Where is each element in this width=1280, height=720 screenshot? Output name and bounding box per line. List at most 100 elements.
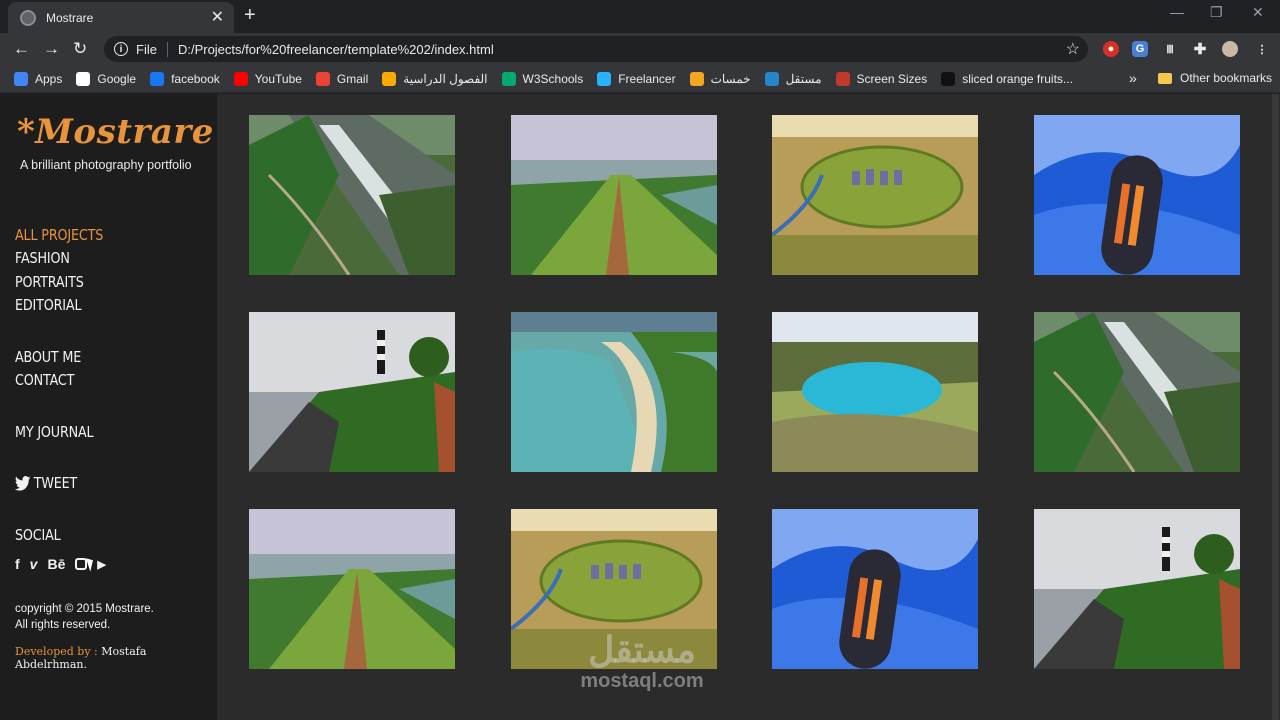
nav-portraits[interactable]: PORTRAITS bbox=[15, 273, 84, 291]
star-icon[interactable]: ☆ bbox=[1066, 39, 1080, 59]
bookmark-item[interactable]: YouTube bbox=[233, 71, 302, 86]
photo-image bbox=[249, 312, 455, 472]
copyright: copyright © 2015 Mostrare. All rights re… bbox=[15, 601, 154, 633]
bookmark-label: sliced orange fruits... bbox=[962, 71, 1073, 86]
profile-avatar[interactable] bbox=[1222, 41, 1238, 57]
screen-sizes-icon bbox=[835, 71, 850, 86]
facebook-icon[interactable]: f bbox=[15, 556, 20, 572]
developer-credit: Developed by : Mostafa Abdelrhman. bbox=[15, 645, 217, 671]
info-icon[interactable]: i bbox=[114, 42, 128, 56]
bookmark-label: خمسات bbox=[710, 71, 751, 86]
new-tab-icon[interactable]: + bbox=[244, 5, 256, 25]
more-bookmarks-icon[interactable]: » bbox=[1129, 70, 1137, 86]
gallery-photo-ridge[interactable] bbox=[510, 115, 717, 275]
bookmark-item[interactable]: Apps bbox=[14, 71, 62, 86]
bookmark-label: Gmail bbox=[336, 71, 369, 86]
bookmark-label: YouTube bbox=[254, 71, 302, 86]
nav-my-journal[interactable]: MY JOURNAL bbox=[15, 423, 94, 441]
folder-icon bbox=[1158, 72, 1172, 84]
gallery-photo-lighthouse[interactable] bbox=[249, 312, 455, 472]
gallery-photo-capsule[interactable] bbox=[1034, 115, 1240, 275]
nav-contact[interactable]: CONTACT bbox=[15, 371, 74, 389]
gallery-photo-stones[interactable] bbox=[772, 115, 979, 275]
browser-toolbar: ← → ↻ i File D:/Projects/for%20freelance… bbox=[0, 33, 1280, 65]
maximize-icon[interactable]: ❐ bbox=[1210, 4, 1223, 21]
gallery-photo-lake[interactable] bbox=[772, 312, 979, 472]
twitter-icon bbox=[15, 475, 31, 491]
bookmarks-list: Apps Google facebook YouTube Gmail الفصول الد… bbox=[14, 71, 1087, 86]
scrollbar[interactable] bbox=[1271, 94, 1280, 720]
bookmark-item[interactable]: sliced orange fruits... bbox=[941, 71, 1073, 86]
bookmark-item[interactable]: Screen Sizes bbox=[835, 71, 928, 86]
forward-icon[interactable]: → bbox=[43, 39, 60, 59]
photo-image bbox=[1034, 509, 1240, 669]
gallery-photo-beach[interactable] bbox=[510, 312, 717, 472]
youtube-icon bbox=[233, 71, 248, 86]
freelancer-icon bbox=[597, 71, 612, 86]
menu-icon[interactable]: ⋮ bbox=[1254, 41, 1270, 57]
extension-red-icon[interactable]: ● bbox=[1103, 41, 1119, 57]
bookmark-label: facebook bbox=[171, 71, 220, 86]
url-scheme: File bbox=[136, 41, 168, 57]
extension-text-icon[interactable]: Ⅲ bbox=[1162, 41, 1178, 57]
gallery-photo-waterfall[interactable] bbox=[249, 115, 455, 275]
reload-icon[interactable]: ↻ bbox=[73, 39, 87, 59]
bookmark-item[interactable]: مستقل bbox=[764, 71, 822, 86]
site-logo[interactable]: *Mostrare bbox=[17, 112, 214, 152]
youtube-icon[interactable]: ▶ bbox=[97, 558, 105, 571]
gmail-icon bbox=[315, 71, 330, 86]
watermark: مستقل mostaql.com bbox=[562, 629, 722, 693]
back-icon[interactable]: ← bbox=[13, 39, 30, 59]
browser-tab[interactable]: Mostrare ✕ bbox=[8, 2, 234, 33]
bookmark-item[interactable]: Freelancer bbox=[597, 71, 676, 86]
nav-social: SOCIAL bbox=[15, 526, 61, 544]
copyright-line-1: copyright © 2015 Mostrare. bbox=[15, 603, 154, 615]
vimeo-icon[interactable]: v bbox=[30, 556, 38, 572]
nav-all-projects[interactable]: ALL PROJECTS bbox=[15, 226, 103, 244]
bookmark-label: Screen Sizes bbox=[856, 71, 928, 86]
photo-image bbox=[510, 115, 717, 275]
address-bar[interactable]: i File D:/Projects/for%20freelancer/temp… bbox=[104, 36, 1088, 62]
url-text[interactable]: D:/Projects/for%20freelancer/template%20… bbox=[178, 42, 1066, 57]
globe-icon bbox=[20, 9, 36, 26]
photo-gallery bbox=[249, 115, 1240, 675]
bookmark-item[interactable]: Gmail bbox=[315, 71, 369, 86]
gallery-photo-lighthouse[interactable] bbox=[1034, 509, 1240, 669]
other-bookmarks-label: Other bookmarks bbox=[1180, 71, 1273, 85]
close-tab-icon[interactable]: ✕ bbox=[211, 9, 224, 26]
bookmark-label: Google bbox=[97, 71, 137, 86]
gallery-photo-ridge[interactable] bbox=[249, 509, 455, 669]
sidebar: *Mostrare A brilliant photography portfo… bbox=[0, 94, 217, 720]
bookmark-label: مستقل bbox=[785, 71, 822, 86]
translate-icon[interactable]: G bbox=[1132, 41, 1148, 57]
bookmark-item[interactable]: Google bbox=[76, 71, 137, 86]
puzzle-icon[interactable]: ✚ bbox=[1192, 41, 1208, 58]
nav-editorial[interactable]: EDITORIAL bbox=[15, 296, 82, 314]
other-bookmarks[interactable]: Other bookmarks bbox=[1158, 71, 1272, 85]
apps-grid-icon bbox=[14, 71, 28, 86]
bookmark-label: W3Schools bbox=[522, 71, 584, 86]
photo-image bbox=[772, 115, 979, 275]
close-window-icon[interactable]: ✕ bbox=[1252, 4, 1264, 21]
bookmark-item[interactable]: الفصول الدراسية bbox=[382, 71, 488, 86]
bookmark-item[interactable]: W3Schools bbox=[501, 71, 584, 86]
bookmark-item[interactable]: facebook bbox=[150, 71, 220, 86]
nav-fashion[interactable]: FASHION bbox=[15, 249, 70, 267]
site-tagline: A brilliant photography portfolio bbox=[20, 158, 192, 172]
photo-image bbox=[249, 509, 455, 669]
nav-tweet[interactable]: TWEET bbox=[15, 474, 77, 492]
nav-about-me[interactable]: ABOUT ME bbox=[15, 348, 81, 366]
scrollbar-thumb[interactable] bbox=[1272, 94, 1279, 720]
behance-icon[interactable]: Bē bbox=[47, 556, 65, 572]
mostaql-icon bbox=[764, 71, 779, 86]
minimize-icon[interactable]: — bbox=[1170, 4, 1184, 20]
photo-image bbox=[249, 115, 455, 275]
developer-label: Developed by : bbox=[15, 645, 102, 658]
bookmark-item[interactable]: خمسات bbox=[689, 71, 751, 86]
w3schools-icon bbox=[501, 71, 516, 86]
watermark-arabic: مستقل bbox=[588, 629, 696, 670]
gallery-photo-capsule[interactable] bbox=[772, 509, 979, 669]
photo-image bbox=[772, 509, 979, 669]
facebook-icon bbox=[150, 71, 165, 86]
gallery-photo-waterfall[interactable] bbox=[1034, 312, 1240, 472]
